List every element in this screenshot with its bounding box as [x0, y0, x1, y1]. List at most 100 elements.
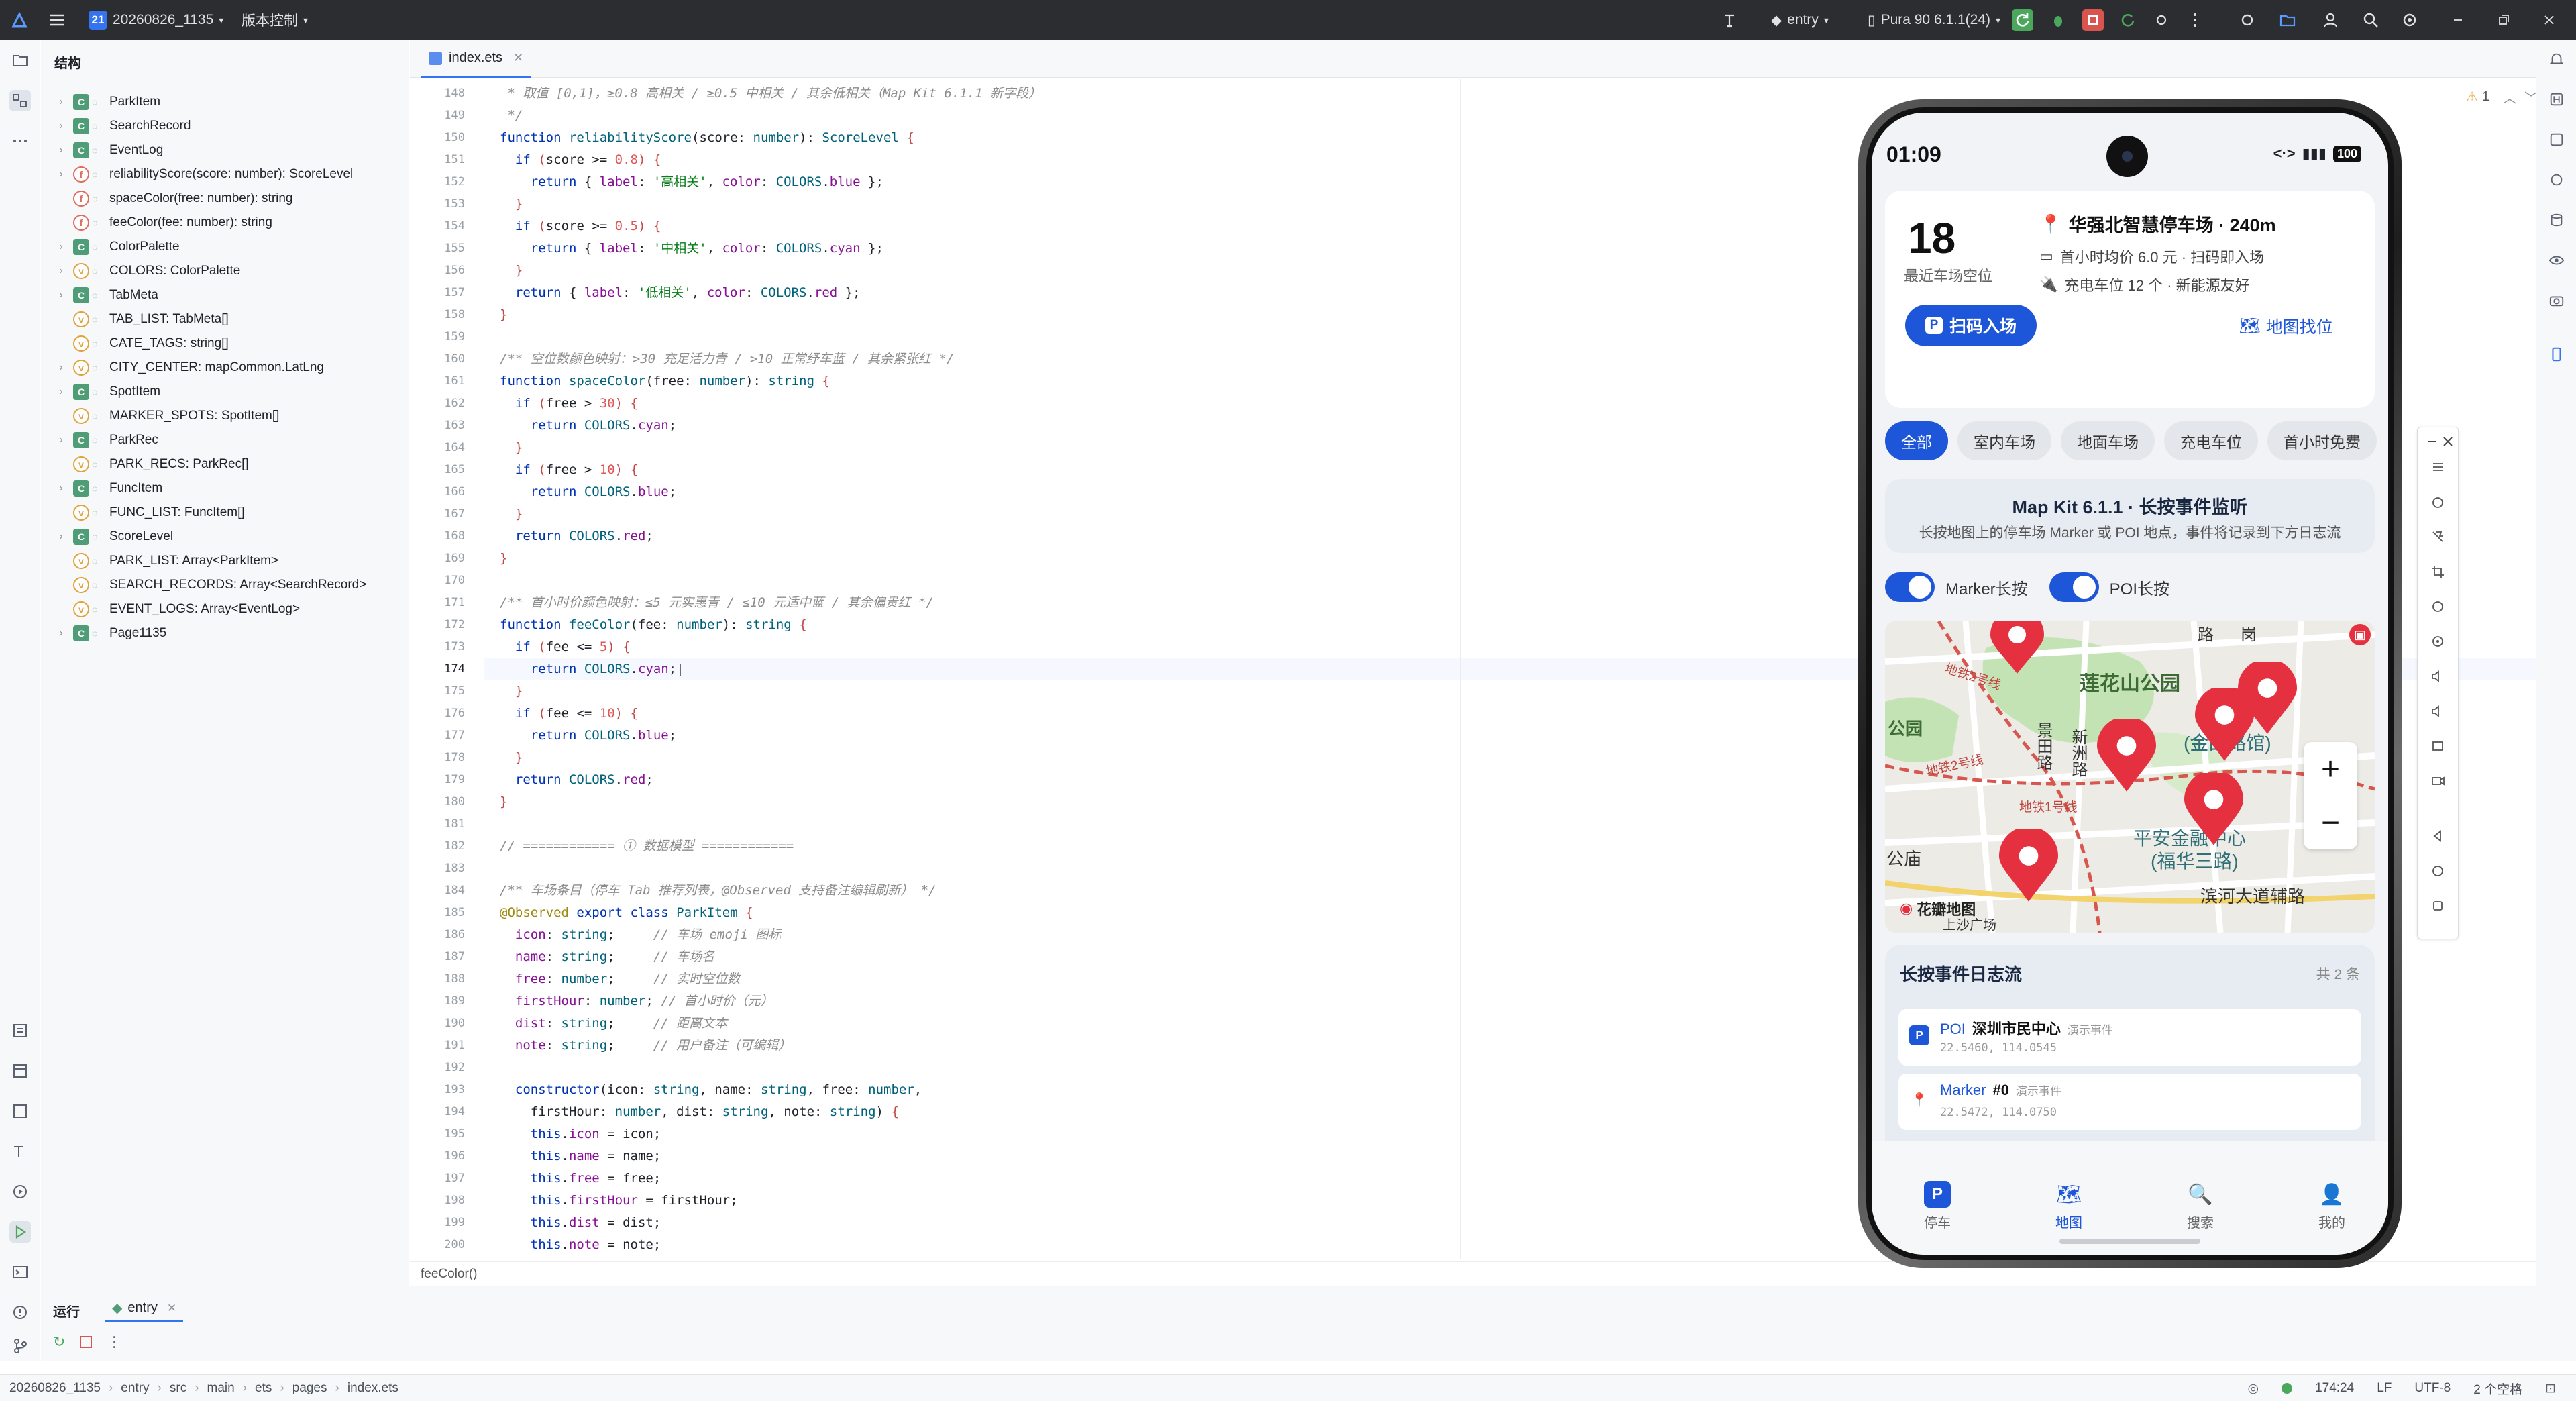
chevron-right-icon[interactable]: › — [54, 362, 68, 374]
more-actions-button[interactable] — [2184, 9, 2206, 31]
code-line[interactable]: if (score >= 0.8) { — [500, 149, 661, 171]
chevron-right-icon[interactable]: › — [54, 96, 68, 108]
file-encoding[interactable]: UTF-8 — [2414, 1381, 2451, 1396]
code-line[interactable]: if (free > 10) { — [500, 459, 638, 481]
minimize-icon[interactable] — [2423, 433, 2440, 450]
rotate-icon[interactable] — [2429, 598, 2447, 615]
zoom-out-button[interactable]: − — [2304, 796, 2357, 849]
structure-item[interactable]: › C ◌ SearchRecord — [41, 114, 409, 138]
chevron-up-icon[interactable]: ︿ — [2503, 87, 2516, 107]
parking-marker-icon[interactable] — [2234, 662, 2301, 735]
code-line[interactable]: } — [500, 193, 523, 215]
code-line[interactable]: dist: string; // 距离文本 — [500, 1013, 727, 1035]
code-line[interactable]: this.icon = icon; — [500, 1123, 661, 1145]
previewer-button[interactable] — [2546, 250, 2567, 271]
chevron-right-icon[interactable]: › — [54, 168, 68, 180]
code-line[interactable]: } — [500, 503, 523, 525]
plugin-button[interactable] — [2237, 9, 2258, 31]
minimize-button[interactable] — [2447, 9, 2469, 31]
code-line[interactable]: this.free = free; — [500, 1168, 661, 1190]
code-line[interactable]: this.dist = dist; — [500, 1212, 661, 1234]
line-separator[interactable]: LF — [2377, 1381, 2392, 1396]
code-line[interactable]: */ — [500, 105, 523, 127]
code-line[interactable]: this.firstHour = firstHour; — [500, 1190, 738, 1212]
inspection-widget[interactable]: ⚠ 1 ︿ ﹀ — [2466, 87, 2538, 107]
back-icon[interactable] — [2429, 827, 2447, 845]
code-line[interactable]: /** 车场条目（停车 Tab 推荐列表，@Observed 支持备注编辑刷新）… — [500, 880, 936, 902]
event-log-item[interactable]: 📍 Marker #0 演示事件 22.5472, 114.0750 — [1898, 1074, 2361, 1130]
rerun-icon[interactable]: ↻ — [53, 1333, 65, 1351]
power-icon[interactable] — [2429, 493, 2447, 511]
build-tools-button[interactable] — [1720, 9, 1741, 31]
chevron-right-icon[interactable]: › — [54, 482, 68, 495]
profiler-button[interactable] — [2151, 9, 2172, 31]
poi-longpress-toggle[interactable] — [2049, 572, 2099, 602]
screenshot-icon[interactable] — [2429, 737, 2447, 755]
git-tool-button[interactable] — [9, 1335, 31, 1357]
structure-item[interactable]: v ◌ MARKER_SPOTS: SpotItem[] — [41, 404, 409, 428]
parking-marker-icon[interactable] — [2093, 719, 2160, 793]
code-line[interactable]: // ============ ① 数据模型 ============ — [500, 835, 794, 858]
code-line[interactable]: function reliabilityScore(score: number)… — [500, 127, 914, 149]
notifications-button[interactable] — [2546, 48, 2567, 70]
structure-item[interactable]: v ◌ FUNC_LIST: FuncItem[] — [41, 501, 409, 525]
code-line[interactable]: free: number; // 实时空位数 — [500, 968, 740, 990]
parking-marker-icon[interactable] — [1995, 829, 2062, 903]
more-vertical-icon[interactable]: ⋮ — [107, 1333, 121, 1351]
code-line[interactable]: } — [500, 437, 523, 459]
build-tool-button[interactable] — [9, 1141, 31, 1162]
tab-map[interactable]: 🗺 地图 — [2035, 1181, 2102, 1231]
structure-item[interactable]: › C ◌ ColorPalette — [41, 235, 409, 259]
code-line[interactable]: } — [500, 791, 507, 813]
path-segment[interactable]: ets — [255, 1381, 272, 1396]
category-chip[interactable]: 室内车场 — [1957, 421, 2051, 460]
chevron-right-icon[interactable]: › — [54, 386, 68, 398]
category-chip[interactable]: 充电车位 — [2164, 421, 2258, 460]
structure-item[interactable]: › f ◌ reliabilityScore(score: number): Scor… — [41, 162, 409, 187]
volume-down-icon[interactable] — [2429, 703, 2447, 720]
code-line[interactable]: return COLORS.red; — [500, 525, 653, 548]
stop-icon[interactable] — [80, 1336, 93, 1348]
map-view[interactable]: 莲花山公园 公园 地铁2号线 地铁1号线 地铁2号线 平安金融中心 (福华三路)… — [1885, 621, 2375, 933]
home-indicator[interactable] — [2059, 1239, 2200, 1244]
structure-item[interactable]: › C ◌ SpotItem — [41, 380, 409, 404]
code-line[interactable]: return COLORS.cyan; — [500, 415, 676, 437]
pin-off-icon[interactable] — [2429, 528, 2447, 546]
terminal-tool-button[interactable] — [9, 1261, 31, 1283]
harmony-docs-button[interactable] — [2546, 89, 2567, 110]
code-line[interactable]: return { label: '高相关', color: COLORS.blu… — [500, 171, 883, 193]
compass-icon[interactable]: ▣ — [2349, 624, 2371, 645]
chevron-right-icon[interactable]: › — [54, 120, 68, 132]
recents-icon[interactable] — [2429, 897, 2447, 915]
code-editor[interactable]: * 取值 [0,1]，≥0.8 高相关 / ≥0.5 中相关 / 其余低相关（M… — [484, 79, 1456, 1259]
codegenie-button[interactable] — [2546, 129, 2567, 150]
code-line[interactable]: name: string; // 车场名 — [500, 946, 714, 968]
editor-tab-index-ets[interactable]: index.ets ✕ — [421, 40, 532, 78]
chevron-right-icon[interactable]: › — [54, 241, 68, 253]
map-find-link[interactable]: 🗺 地图找位 — [2239, 314, 2333, 338]
code-line[interactable]: * 取值 [0,1]，≥0.8 高相关 / ≥0.5 中相关 / 其余低相关（M… — [500, 83, 1041, 105]
zoom-in-button[interactable]: + — [2304, 742, 2357, 796]
code-line[interactable]: if (fee <= 10) { — [500, 703, 638, 725]
tab-profile[interactable]: 👤 我的 — [2298, 1181, 2365, 1231]
run-config-selector[interactable]: ◆ entry ▾ — [1771, 0, 1829, 40]
breadcrumb-function[interactable]: feeColor() — [421, 1267, 477, 1281]
emulator-button[interactable] — [2546, 344, 2567, 365]
close-icon[interactable] — [2439, 433, 2457, 450]
services-tool-button[interactable] — [9, 1181, 31, 1202]
close-window-button[interactable] — [2538, 9, 2560, 31]
structure-item[interactable]: f ◌ feeColor(fee: number): string — [41, 211, 409, 235]
code-line[interactable]: note: string; // 用户备注（可编辑） — [500, 1035, 791, 1057]
path-segment[interactable]: 20260826_1135 — [9, 1381, 101, 1396]
database-button[interactable] — [2546, 209, 2567, 231]
structure-item[interactable]: › v ◌ CITY_CENTER: mapCommon.LatLng — [41, 356, 409, 380]
code-line[interactable]: function feeColor(fee: number): string { — [500, 614, 807, 636]
chevron-right-icon[interactable]: › — [54, 627, 68, 639]
crop-icon[interactable] — [2429, 563, 2447, 580]
main-menu-button[interactable] — [48, 0, 66, 40]
structure-item[interactable]: › C ◌ ScoreLevel — [41, 525, 409, 549]
apply-changes-button[interactable] — [2117, 9, 2139, 31]
log-tool-button[interactable] — [9, 1060, 31, 1082]
code-line[interactable]: @Observed export class ParkItem { — [500, 902, 753, 924]
todo-tool-button[interactable] — [9, 1020, 31, 1041]
